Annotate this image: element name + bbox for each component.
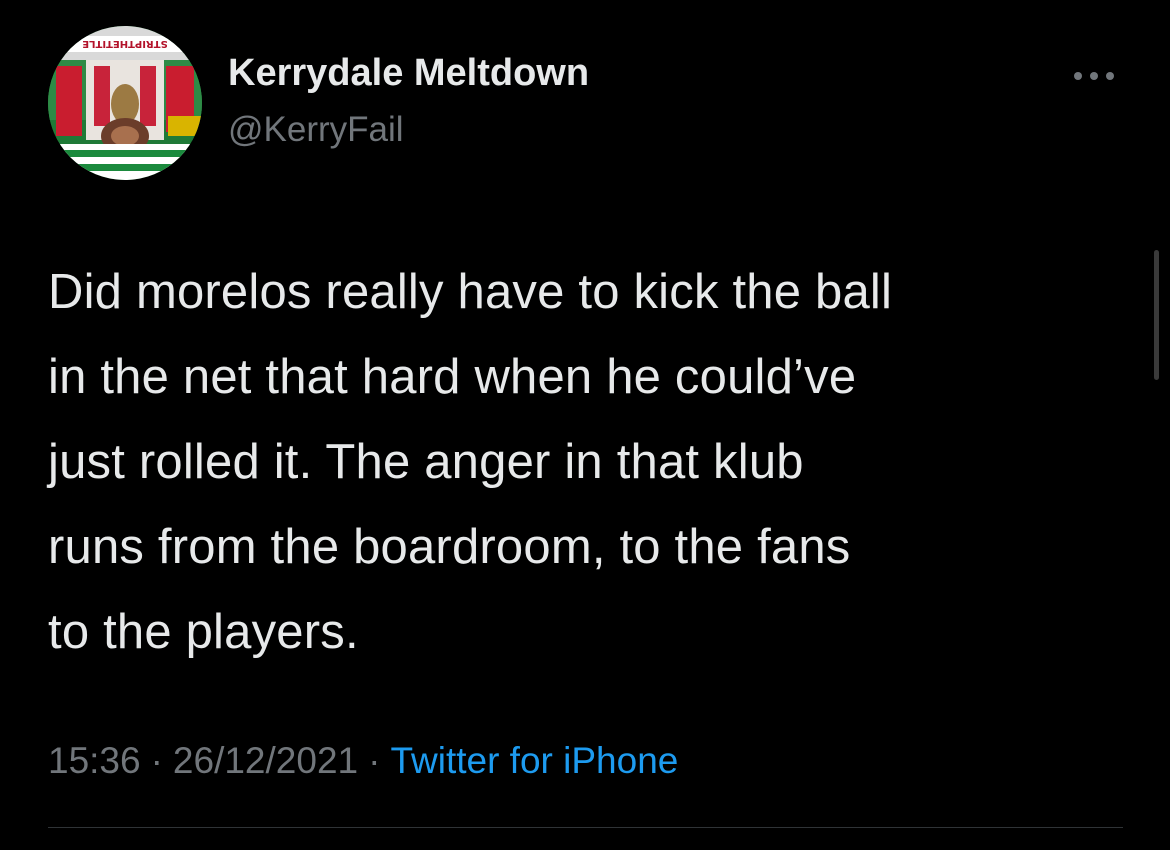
divider	[48, 827, 1123, 828]
tweet-date[interactable]: 26/12/2021	[173, 740, 358, 781]
meta-separator: ·	[368, 740, 381, 781]
tweet-meta: 15:36 · 26/12/2021 · Twitter for iPhone	[48, 740, 678, 782]
more-options-button[interactable]	[1066, 58, 1122, 94]
avatar-banner-text: STRIPTHETITLE	[82, 38, 168, 49]
author-display-name[interactable]: Kerrydale Meltdown	[228, 52, 589, 95]
author-handle[interactable]: @KerryFail	[228, 110, 404, 150]
tweet: STRIPTHETITLE Kerrydale Meltdown @KerryF…	[0, 0, 1170, 850]
meta-separator: ·	[150, 740, 163, 781]
scrollbar[interactable]	[1154, 250, 1159, 380]
avatar-image: STRIPTHETITLE	[48, 26, 202, 180]
tweet-text-line: just rolled it. The anger in that klub	[48, 435, 804, 489]
more-horizontal-icon	[1074, 72, 1114, 80]
tweet-text: Did morelos really have to kick the ball…	[48, 250, 1138, 675]
tweet-text-line: to the players.	[48, 605, 359, 659]
tweet-time[interactable]: 15:36	[48, 740, 141, 781]
avatar[interactable]: STRIPTHETITLE	[48, 26, 202, 180]
tweet-text-line: Did morelos really have to kick the ball	[48, 265, 893, 319]
tweet-text-line: in the net that hard when he could’ve	[48, 350, 857, 404]
tweet-source-link[interactable]: Twitter for iPhone	[390, 740, 678, 781]
tweet-text-line: runs from the boardroom, to the fans	[48, 520, 851, 574]
